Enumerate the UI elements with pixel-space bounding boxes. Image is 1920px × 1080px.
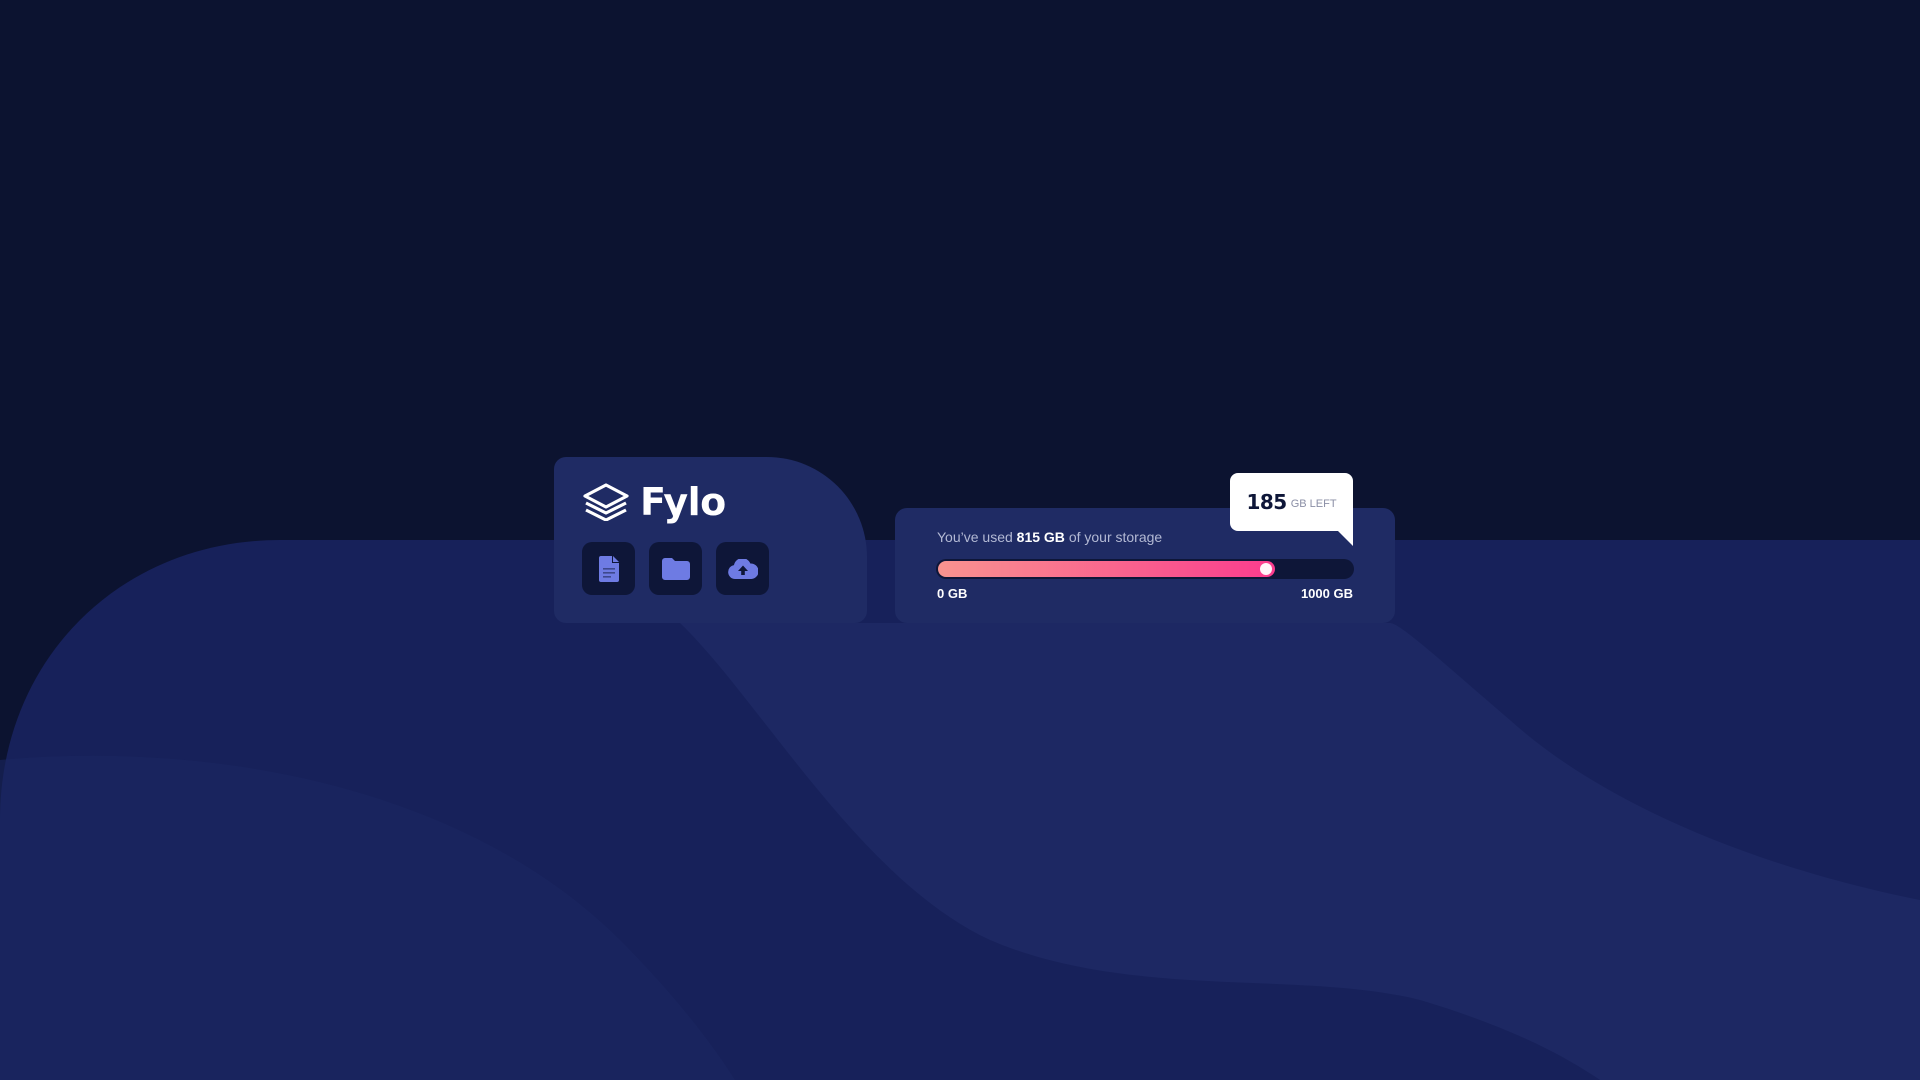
document-icon [598,555,619,582]
cloud-upload-icon [727,558,758,579]
layers-icon [583,483,629,521]
document-button[interactable] [582,542,635,595]
usage-prefix: You’ve used [937,529,1013,545]
folder-button[interactable] [649,542,702,595]
usage-text: You’ve used 815 GB of your storage [937,529,1162,545]
storage-progress-fill [938,561,1276,577]
brand-card: Fylo [554,457,867,623]
remaining-unit: GB LEFT [1290,498,1337,510]
storage-progress-bar [936,559,1354,579]
used-amount: 815 GB [1016,529,1065,545]
max-label: 1000 GB [1300,586,1353,601]
folder-icon [661,557,690,580]
app-name: Fylo [640,480,726,524]
usage-suffix: of your storage [1068,529,1163,545]
progress-knob [1260,563,1273,575]
remaining-tooltip: 185 GB LEFT [1230,473,1353,546]
min-label: 0 GB [937,586,968,601]
upload-button[interactable] [716,542,769,595]
remaining-amount: 185 [1246,490,1287,514]
file-action-buttons [582,542,769,595]
logo: Fylo [582,483,726,521]
